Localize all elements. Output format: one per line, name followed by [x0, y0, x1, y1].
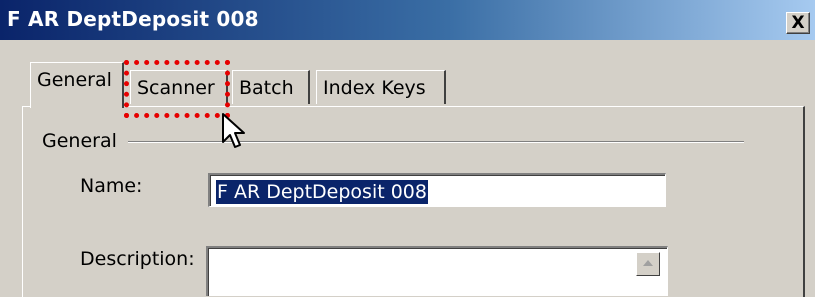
tab-batch[interactable]: Batch [232, 70, 310, 104]
name-input-value: F AR DeptDeposit 008 [216, 180, 428, 204]
mouse-pointer-icon [221, 112, 247, 156]
scroll-up-button[interactable] [636, 252, 660, 276]
window-title: F AR DeptDeposit 008 [7, 7, 259, 31]
close-icon: X [791, 13, 805, 33]
tab-general[interactable]: General [30, 62, 124, 108]
dialog-window: F AR DeptDeposit 008 X General Scanner B… [0, 0, 815, 297]
name-input[interactable]: F AR DeptDeposit 008 [208, 173, 666, 207]
tab-index-keys-label: Index Keys [323, 77, 426, 99]
tab-scanner[interactable]: Scanner [130, 70, 228, 104]
tab-index-keys[interactable]: Index Keys [316, 70, 446, 104]
title-bar[interactable]: F AR DeptDeposit 008 X [0, 0, 815, 40]
close-button[interactable]: X [786, 12, 810, 34]
tab-batch-label: Batch [239, 77, 294, 99]
tab-general-label: General [37, 69, 112, 91]
description-label: Description: [80, 248, 195, 270]
group-box-label: General [42, 130, 117, 152]
name-label: Name: [80, 175, 143, 197]
description-textarea[interactable] [206, 246, 668, 296]
tab-scanner-label: Scanner [137, 77, 215, 99]
